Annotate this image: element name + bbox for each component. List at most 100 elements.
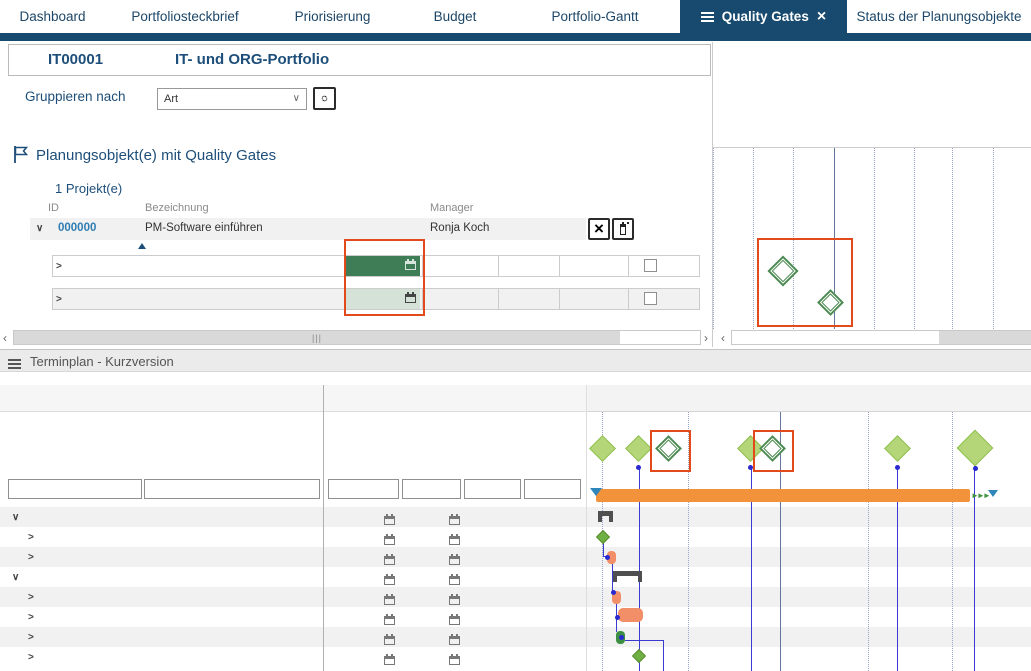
row-expand-icon[interactable]: > xyxy=(28,532,34,543)
milestone-diamond[interactable] xyxy=(884,435,911,462)
wunsch-anfang-picker[interactable] xyxy=(384,512,395,530)
qg-cell-divider xyxy=(559,256,560,276)
chevron-down-icon: ∨ xyxy=(293,93,300,104)
scroll-left2-icon[interactable]: ‹ xyxy=(721,331,725,345)
tab-quality-gates[interactable]: Quality Gates× xyxy=(680,0,847,33)
wunsch-ende-picker[interactable] xyxy=(449,632,460,650)
row-expand-icon[interactable]: > xyxy=(28,652,34,663)
wunsch-anfang-picker[interactable] xyxy=(384,532,395,550)
connector-dot xyxy=(619,635,624,640)
col-header-bezeichnung: Bezeichnung xyxy=(145,202,209,214)
calendar-icon xyxy=(449,636,460,645)
task-bar-fachkonzept[interactable] xyxy=(618,608,643,622)
wunsch-ende-input[interactable] xyxy=(402,479,461,499)
month-gridline xyxy=(914,148,915,329)
qg-sort-indicator[interactable] xyxy=(137,241,146,252)
milestone-diamond[interactable] xyxy=(625,435,652,462)
row-expand-icon[interactable]: > xyxy=(28,612,34,623)
project-row[interactable] xyxy=(30,218,586,240)
right-hscrollbar-thumb[interactable] xyxy=(939,331,1031,344)
milestone-diamond[interactable] xyxy=(589,435,616,462)
refresh-button[interactable] xyxy=(313,87,336,110)
row-expand-icon[interactable]: ∨ xyxy=(12,572,19,583)
wunsch-ende-picker[interactable] xyxy=(449,572,460,590)
row-expand-icon[interactable]: > xyxy=(28,632,34,643)
wunsch-ende-picker[interactable] xyxy=(449,552,460,570)
calendar-icon xyxy=(449,616,460,625)
table-row-stripe xyxy=(0,607,1031,627)
tab-label: Portfoliosteckbrief xyxy=(131,9,238,24)
tab-status-der-planungsobjekte[interactable]: Status der Planungsobjekte xyxy=(847,0,1031,33)
wunsch-anfang-picker[interactable] xyxy=(384,612,395,630)
collapse-icon[interactable]: ∨ xyxy=(36,223,43,234)
milestone-diamond[interactable] xyxy=(957,430,994,467)
tab-portfoliosteckbrief[interactable]: Portfoliosteckbrief xyxy=(105,0,265,33)
tab-label: Priorisierung xyxy=(295,9,371,24)
wunsch-anfang-picker[interactable] xyxy=(384,552,395,570)
table-row-stripe xyxy=(0,627,1031,647)
menu-icon[interactable] xyxy=(8,359,21,361)
tab-portfolio-gantt[interactable]: Portfolio-Gantt xyxy=(510,0,680,33)
close-icon: × xyxy=(594,219,604,239)
tab-budget[interactable]: Budget xyxy=(400,0,510,33)
delete-button[interactable]: × xyxy=(588,218,610,240)
row-expand-icon[interactable]: > xyxy=(28,592,34,603)
wunsch-ende-picker[interactable] xyxy=(449,652,460,670)
col-header-manager: Manager xyxy=(430,202,473,214)
wunsch-anfang-picker[interactable] xyxy=(384,632,395,650)
wunsch-anfang-picker[interactable] xyxy=(384,592,395,610)
scroll-right-icon[interactable]: › xyxy=(704,331,708,345)
flag-icon xyxy=(12,145,30,164)
group-by-value: Art xyxy=(164,93,178,105)
wunsch-ende-picker[interactable] xyxy=(449,612,460,630)
group-by-select[interactable]: Art ∨ xyxy=(157,88,307,110)
qg-expand-icon[interactable]: > xyxy=(56,294,62,305)
refresh-icon xyxy=(321,91,328,106)
qg-cell-divider xyxy=(498,289,499,309)
qg-release-checkbox[interactable] xyxy=(644,259,657,272)
qg-expand-icon[interactable]: > xyxy=(56,261,62,272)
row-expand-icon[interactable]: > xyxy=(28,552,34,563)
tab-priorisierung[interactable]: Priorisierung xyxy=(265,0,400,33)
right-hscrollbar[interactable] xyxy=(731,330,1031,345)
kalk-anfang-input[interactable] xyxy=(464,479,521,499)
portfolio-id: IT00001 xyxy=(48,51,103,68)
gate-highlight-box-1 xyxy=(650,430,691,472)
connector-line xyxy=(663,640,664,671)
project-summary-bar[interactable] xyxy=(596,489,970,502)
tab-dashboard[interactable]: Dashboard xyxy=(0,0,105,33)
qg-release-checkbox[interactable] xyxy=(644,292,657,305)
tab-close-icon[interactable]: × xyxy=(817,9,826,25)
col-header-id: ID xyxy=(48,202,59,214)
month-gridline xyxy=(993,148,994,329)
wunsch-ende-picker[interactable] xyxy=(449,512,460,530)
wunsch-anfang-input[interactable] xyxy=(328,479,399,499)
wunsch-anfang-picker[interactable] xyxy=(384,652,395,670)
project-id-input[interactable] xyxy=(8,479,142,499)
qg-cell-divider xyxy=(559,289,560,309)
project-name-input[interactable] xyxy=(144,479,320,499)
milestone-anchor-dot xyxy=(973,466,978,471)
bar-end-marker xyxy=(988,490,998,497)
summary-bar-projekt-startup[interactable] xyxy=(598,511,613,516)
calendar-icon xyxy=(384,576,395,585)
calendar-icon xyxy=(620,224,626,235)
row-expand-icon[interactable]: ∨ xyxy=(12,512,19,523)
table-row-stripe xyxy=(0,587,1031,607)
milestone-anchor-dot xyxy=(895,465,900,470)
wunsch-ende-picker[interactable] xyxy=(449,532,460,550)
left-hscrollbar-thumb[interactable]: ||| xyxy=(14,331,620,344)
nav-accent-strip xyxy=(0,33,1031,41)
project-id[interactable]: 000000 xyxy=(58,222,96,234)
wunsch-anfang-picker[interactable] xyxy=(384,572,395,590)
tab-menu-icon[interactable] xyxy=(701,12,714,14)
calendar-button[interactable] xyxy=(612,218,634,240)
calendar-icon xyxy=(384,636,395,645)
scroll-left-icon[interactable]: ‹ xyxy=(3,331,7,345)
wunsch-ende-picker[interactable] xyxy=(449,592,460,610)
summary-bar-konzeptphase[interactable] xyxy=(613,571,642,576)
table-row-stripe xyxy=(0,527,1031,547)
left-hscrollbar[interactable]: ||| xyxy=(13,330,701,345)
qg-cell-divider xyxy=(628,256,629,276)
kalk-ende-input[interactable] xyxy=(524,479,581,499)
